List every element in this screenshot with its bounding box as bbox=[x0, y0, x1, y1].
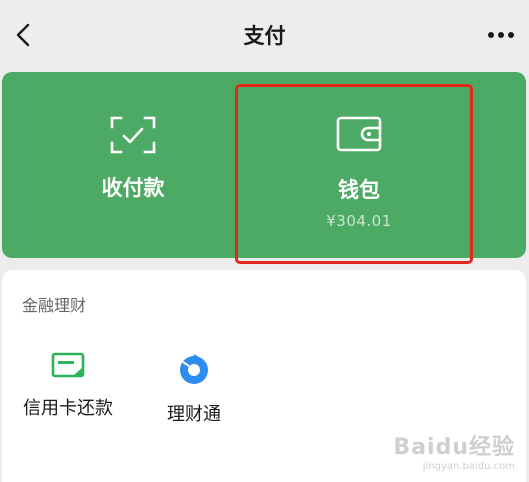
watermark-logo: Baidu经验 bbox=[393, 435, 515, 460]
finance-section-title: 金融理财 bbox=[22, 296, 87, 315]
wallet-tile[interactable]: 钱包 ¥304.01 bbox=[237, 72, 481, 258]
receive-pay-tile[interactable]: 收付款 bbox=[2, 72, 264, 258]
wallet-label: 钱包 bbox=[338, 178, 380, 202]
credit-card-repay-label: 信用卡还款 bbox=[23, 398, 113, 419]
top-nav-bar: 支付 bbox=[0, 0, 529, 70]
wallet-icon bbox=[336, 116, 382, 152]
page-title: 支付 bbox=[243, 24, 286, 48]
payment-card: 收付款 钱包 ¥304.01 bbox=[2, 72, 526, 258]
watermark-url: jingyan.baidu.com bbox=[422, 461, 515, 472]
credit-card-repay-icon bbox=[51, 352, 85, 378]
credit-card-repay-item[interactable]: 信用卡还款 bbox=[8, 352, 128, 444]
more-dots-icon bbox=[488, 32, 514, 38]
more-options-button[interactable] bbox=[481, 22, 521, 48]
licaitong-label: 理财通 bbox=[167, 404, 221, 425]
scan-check-icon bbox=[110, 116, 156, 154]
licaitong-icon bbox=[180, 354, 208, 384]
baidu-jingyan-watermark: Baidu经验 jingyan.baidu.com bbox=[393, 429, 515, 472]
wallet-balance: ¥304.01 bbox=[326, 212, 392, 230]
licaitong-item[interactable]: 理财通 bbox=[134, 352, 254, 444]
receive-pay-label: 收付款 bbox=[101, 176, 165, 200]
